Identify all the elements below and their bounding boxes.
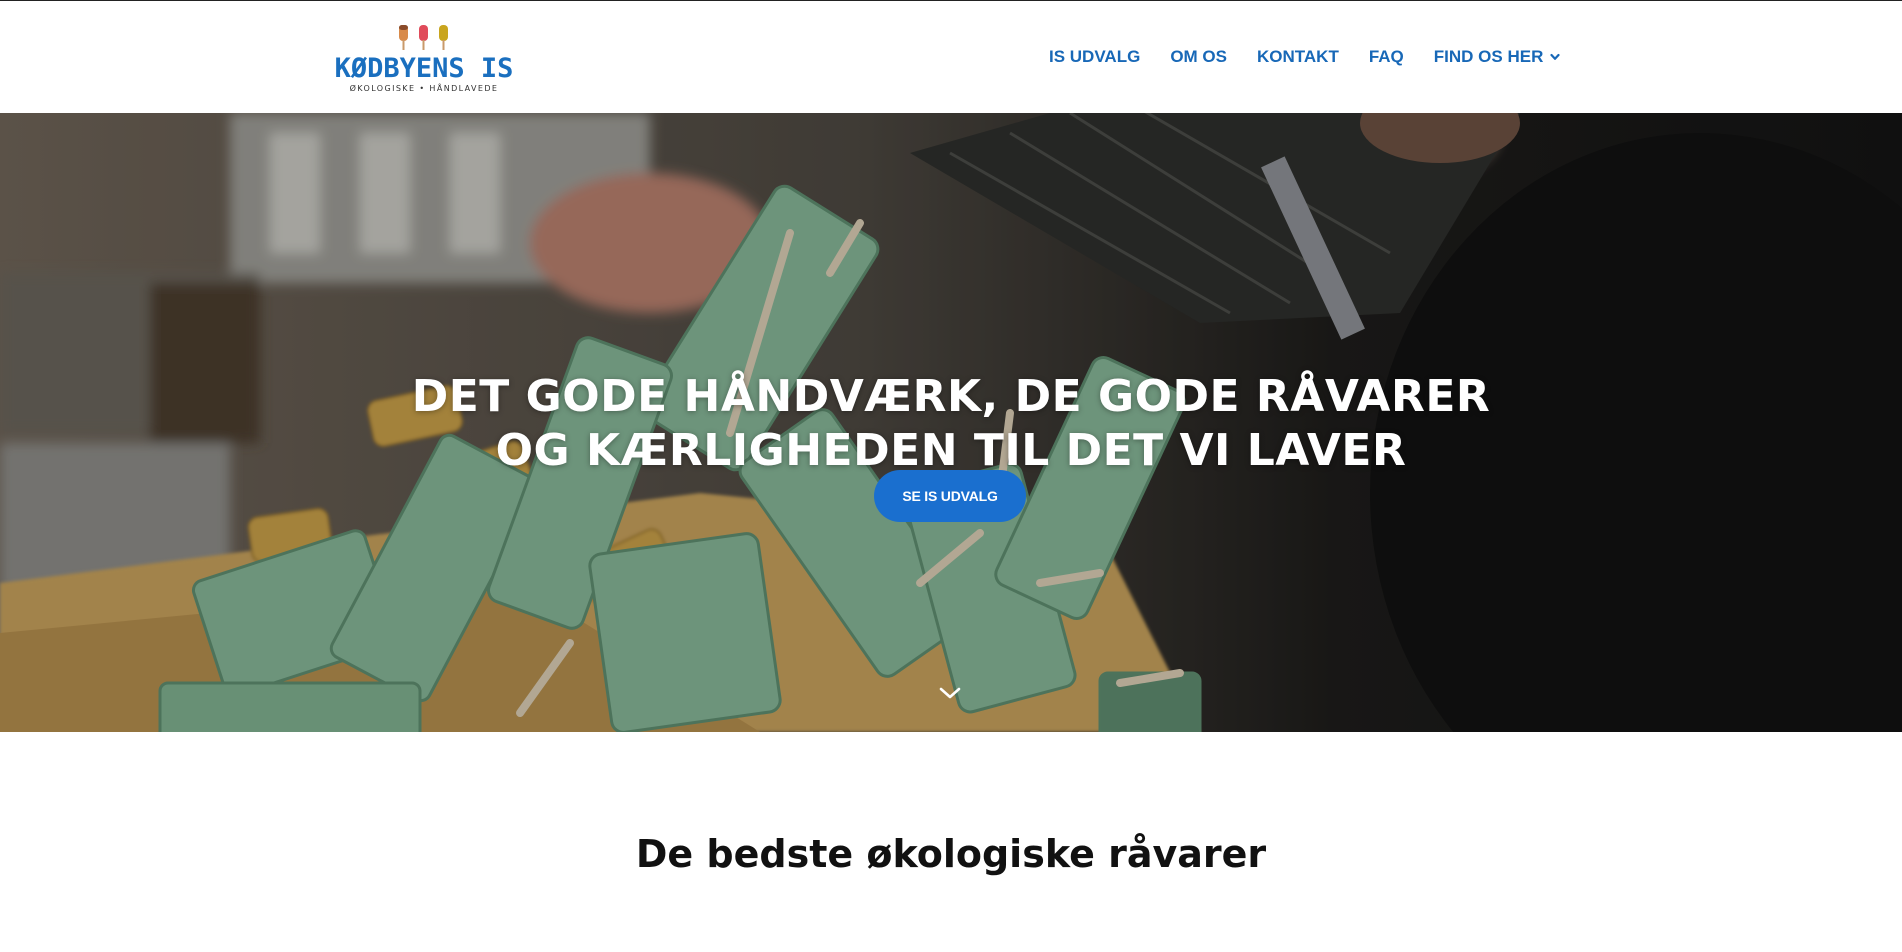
nav-item-kontakt[interactable]: KONTAKT: [1257, 47, 1339, 67]
nav-item-is-udvalg[interactable]: IS UDVALG: [1049, 47, 1140, 67]
chevron-down-icon[interactable]: [938, 685, 962, 701]
nav-item-find-os-her-label: FIND OS HER: [1433, 47, 1544, 66]
section-title: De bedste økologiske råvarer: [635, 831, 1267, 876]
hero-title-line-1: DET GODE HÅNDVÆRK, DE GODE RÅVARER: [411, 371, 1491, 423]
logo-tagline: ØKOLOGISKE • HÅNDLAVEDE: [349, 84, 499, 93]
popsicles-icon: [399, 25, 448, 50]
nav-item-find-os-her[interactable]: FIND OS HER: [1434, 47, 1561, 67]
logo[interactable]: KØDBYENS IS ØKOLOGISKE • HÅNDLAVEDE: [334, 23, 514, 97]
site-header: KØDBYENS IS ØKOLOGISKE • HÅNDLAVEDE IS U…: [0, 1, 1902, 113]
logo-name: KØDBYENS IS: [334, 53, 514, 84]
hero-title: DET GODE HÅNDVÆRK, DE GODE RÅVARER OG KÆ…: [0, 370, 1902, 478]
hero-banner: DET GODE HÅNDVÆRK, DE GODE RÅVARER OG KÆ…: [0, 113, 1902, 732]
main-nav: IS UDVALG OM OS KONTAKT FAQ FIND OS HER: [1049, 45, 1560, 69]
see-is-udvalg-button[interactable]: SE IS UDVALG: [874, 470, 1026, 522]
nav-item-om-os[interactable]: OM OS: [1170, 47, 1227, 67]
nav-item-faq[interactable]: FAQ: [1369, 47, 1404, 67]
chevron-down-icon: [1550, 53, 1560, 60]
